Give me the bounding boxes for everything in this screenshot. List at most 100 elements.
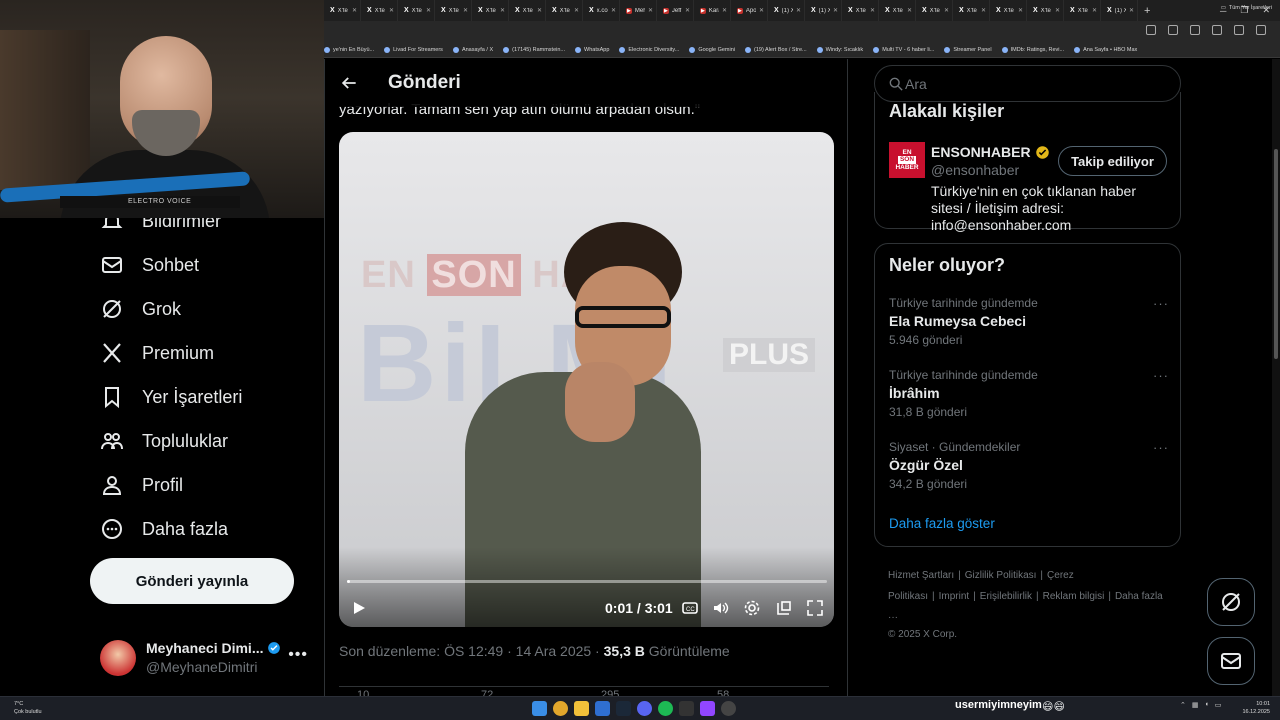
repost-count[interactable]: 72 xyxy=(481,689,493,696)
tab-close-icon[interactable]: ✕ xyxy=(944,7,949,14)
browser-tab[interactable]: X X'te ✕ xyxy=(1064,0,1101,21)
bookmark-item[interactable]: IMDb: Ratings, Revi... xyxy=(1001,46,1064,53)
volume-icon[interactable] xyxy=(712,599,730,617)
browser-tab[interactable]: X X'te ✕ xyxy=(990,0,1027,21)
tab-close-icon[interactable]: ✕ xyxy=(981,7,986,14)
bookmark-item[interactable]: Multi TV - 6 haber li... xyxy=(873,46,934,53)
weather-widget[interactable]: 7°C Çok bulutlu xyxy=(14,700,42,716)
bookmark-item[interactable]: Google Gemini xyxy=(689,46,735,53)
fullscreen-icon[interactable] xyxy=(806,599,824,617)
start-icon[interactable] xyxy=(532,701,547,716)
more-options-icon[interactable]: ··· xyxy=(1153,368,1169,383)
tab-close-icon[interactable]: ✕ xyxy=(463,7,468,14)
browser-tab[interactable]: ▶Kara✕ xyxy=(694,0,731,21)
cast-icon[interactable] xyxy=(1168,25,1178,35)
browser-tab[interactable]: X X'te ✕ xyxy=(916,0,953,21)
browser-tab[interactable]: Xx.co ✕ xyxy=(583,0,620,21)
reply-count[interactable]: 10 xyxy=(357,689,369,696)
network-icon[interactable]: ▦ xyxy=(1192,701,1199,709)
browser-tab[interactable]: X X'te ✕ xyxy=(435,0,472,21)
nav-item-chat[interactable]: Sohbet xyxy=(100,250,199,280)
bookmark-item[interactable]: Ana Sayfa • HBO Max xyxy=(1074,46,1137,53)
tab-close-icon[interactable]: ✕ xyxy=(759,7,764,14)
zoom-icon[interactable] xyxy=(1146,25,1156,35)
bookmark-item[interactable]: Electronic Diversity... xyxy=(619,46,679,53)
twitch-icon[interactable] xyxy=(700,701,715,716)
spotify-icon[interactable] xyxy=(658,701,673,716)
profile-icon[interactable] xyxy=(1256,25,1266,35)
new-tab-icon[interactable]: + xyxy=(1144,5,1150,17)
tab-close-icon[interactable]: ✕ xyxy=(352,7,357,14)
tab-close-icon[interactable]: ✕ xyxy=(870,7,875,14)
bookmark-item[interactable]: (17145) Rammstein... xyxy=(503,46,565,53)
app-icon[interactable] xyxy=(679,701,694,716)
messages-fab-button[interactable] xyxy=(1207,637,1255,685)
bookmark-item[interactable]: (19) Alert Box / Stre... xyxy=(745,46,807,53)
share-icon[interactable] xyxy=(1190,25,1200,35)
bookmark-item[interactable]: WhatsApp xyxy=(575,46,609,53)
nav-item-profile[interactable]: Profil xyxy=(100,470,183,500)
chevron-up-icon[interactable]: ⌃ xyxy=(1180,701,1186,709)
browser-tab[interactable]: X X'te ✕ xyxy=(509,0,546,21)
footer-link[interactable]: Hizmet Şartları xyxy=(888,570,954,581)
account-switcher[interactable]: Meyhaneci Dimi... @MeyhaneDimitri ••• xyxy=(100,636,314,680)
footer-link[interactable]: Gizlilik Politikası xyxy=(965,570,1037,581)
picture-in-picture-icon[interactable] xyxy=(775,599,793,617)
trend-item[interactable]: Türkiye tarihinde gündemde Ela Rumeysa C… xyxy=(889,296,1169,356)
tab-close-icon[interactable]: ✕ xyxy=(796,7,801,14)
nav-item-more[interactable]: Daha fazla xyxy=(100,514,228,544)
all-bookmarks[interactable]: ▭ Tüm Yer İşaretleri xyxy=(1221,0,1272,16)
browser-tab[interactable]: X(1) X✕ xyxy=(805,0,842,21)
video-player[interactable]: EN SON HA BiLMi PLUS 0:01 / 3:01 CC xyxy=(339,132,834,627)
clock[interactable]: 10:01 16.12.2025 xyxy=(1242,700,1270,716)
browser-tab[interactable]: X X'te ✕ xyxy=(842,0,879,21)
footer-link[interactable]: Imprint xyxy=(939,591,970,602)
folder-icon[interactable] xyxy=(574,701,589,716)
tab-close-icon[interactable]: ✕ xyxy=(907,7,912,14)
more-options-icon[interactable]: ••• xyxy=(288,646,308,664)
tab-close-icon[interactable]: ✕ xyxy=(1092,7,1097,14)
nav-item-bookmarks[interactable]: Yer İşaretleri xyxy=(100,382,242,412)
like-count[interactable]: 295 xyxy=(601,689,619,696)
steam-icon[interactable] xyxy=(616,701,631,716)
show-more-link[interactable]: Daha fazla göster xyxy=(889,516,995,531)
tab-close-icon[interactable]: ✕ xyxy=(574,7,579,14)
trend-item[interactable]: Siyaset · Gündemdekiler Özgür Özel 34,2 … xyxy=(889,440,1169,500)
browser-tab[interactable]: X X'te ✕ xyxy=(472,0,509,21)
nav-item-communities[interactable]: Topluluklar xyxy=(100,426,228,456)
obs-icon[interactable] xyxy=(721,701,736,716)
nav-item-premium[interactable]: Premium xyxy=(100,338,214,368)
browser-tab[interactable]: X X'te ✕ xyxy=(361,0,398,21)
search-input[interactable]: Ara xyxy=(874,65,1181,102)
trend-item[interactable]: Türkiye tarihinde gündemde İbrâhim 31,8 … xyxy=(889,368,1169,428)
browser-tab[interactable]: X X'te ✕ xyxy=(546,0,583,21)
ensonhaber-logo[interactable]: EN SON HABER xyxy=(889,142,925,178)
browser-tab[interactable]: X X'te ✕ xyxy=(1027,0,1064,21)
bookmark-item[interactable]: ye'nin En Büyü... xyxy=(324,46,374,53)
footer-link[interactable]: Erişilebilirlik xyxy=(980,591,1032,602)
tab-close-icon[interactable]: ✕ xyxy=(426,7,431,14)
settings-gear-icon[interactable] xyxy=(743,599,761,617)
volume-icon[interactable]: ◖ xyxy=(1205,701,1209,709)
star-icon[interactable] xyxy=(1212,25,1222,35)
tab-close-icon[interactable]: ✕ xyxy=(1055,7,1060,14)
post-button[interactable]: Gönderi yayınla xyxy=(90,558,294,604)
following-button[interactable]: Takip ediliyor xyxy=(1058,146,1167,176)
footer-link[interactable]: Reklam bilgisi xyxy=(1043,591,1105,602)
bookmark-item[interactable]: Anasayfa / X xyxy=(452,46,493,53)
browser-tab[interactable]: ▶Meh✕ xyxy=(620,0,657,21)
app-icon[interactable] xyxy=(595,701,610,716)
tab-close-icon[interactable]: ✕ xyxy=(611,7,616,14)
browser-tab[interactable]: X X'te ✕ xyxy=(953,0,990,21)
tab-close-icon[interactable]: ✕ xyxy=(1018,7,1023,14)
tab-close-icon[interactable]: ✕ xyxy=(648,7,653,14)
tab-close-icon[interactable]: ✕ xyxy=(722,7,727,14)
tab-close-icon[interactable]: ✕ xyxy=(389,7,394,14)
browser-tab[interactable]: X X'te ✕ xyxy=(398,0,435,21)
nav-item-grok[interactable]: Grok xyxy=(100,294,181,324)
tab-close-icon[interactable]: ✕ xyxy=(833,7,838,14)
page-scrollbar[interactable] xyxy=(1272,59,1280,696)
battery-icon[interactable]: ▭ xyxy=(1215,701,1222,709)
tab-close-icon[interactable]: ✕ xyxy=(685,7,690,14)
account-name[interactable]: ENSONHABER xyxy=(931,144,1031,160)
